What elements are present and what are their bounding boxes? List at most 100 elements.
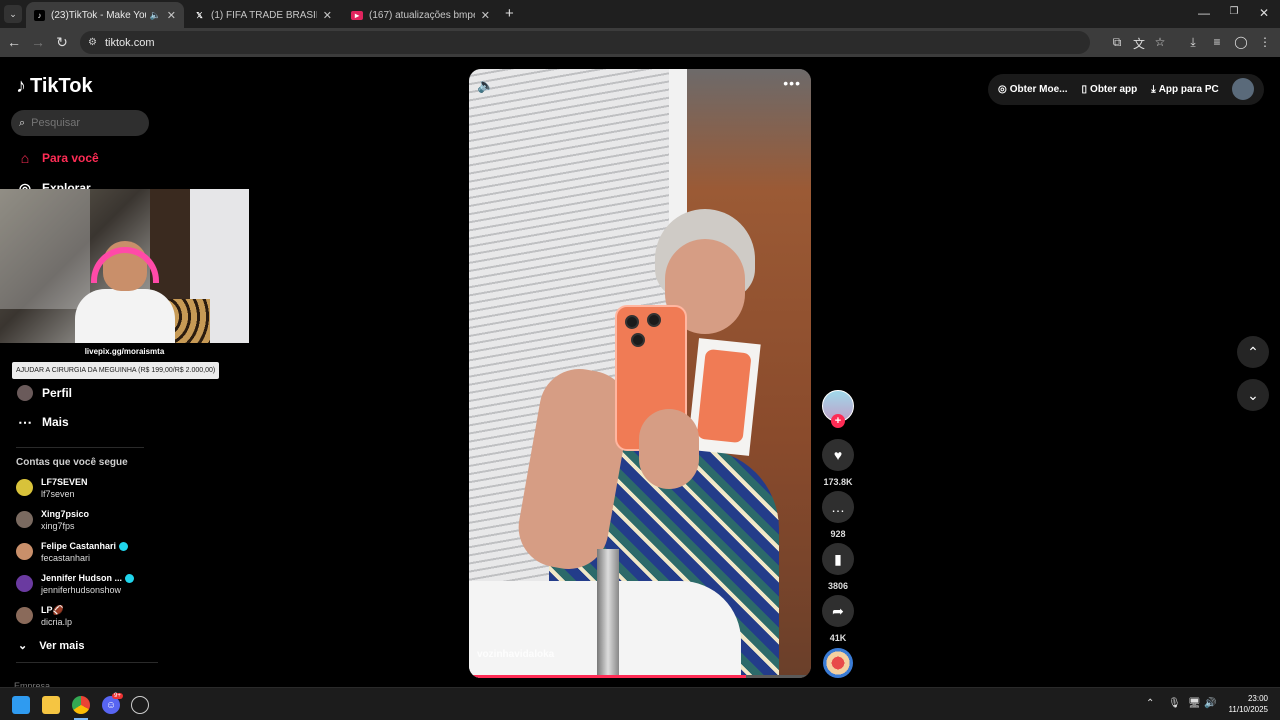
download-icon[interactable]: ⤓ [1185,35,1201,51]
account-name: LF7SEVEN [41,477,88,487]
network-icon[interactable]: 🖥 [1188,698,1201,709]
account-name: Felipe Castanhari [41,540,129,552]
heart-icon[interactable]: ♥ [822,439,854,471]
comment-action[interactable]: … 928 [822,491,854,539]
chevron-down-icon: ⌄ [1247,386,1259,403]
like-count: 173.8K [823,477,853,487]
tiktok-logo[interactable]: ♪ TikTok [16,75,93,98]
discord-notification-badge: 9+ [112,693,123,699]
avatar [16,511,33,528]
account-name: Xing7psico [41,509,90,519]
previous-video-button[interactable]: ⌃ [1237,336,1269,368]
profile-avatar-icon [16,384,34,402]
youtube-icon: ▸ [351,10,363,20]
tab-x[interactable]: 𝕏 (1) FIFA TRADE BRASIL 🇧🇷 (@FIF ✕ [186,2,340,28]
app-pc-button[interactable]: ⤓ App para PC [1151,84,1218,95]
following-account[interactable]: Felipe Castanhari fecastanhari [16,540,129,564]
tab-title: (1) FIFA TRADE BRASIL 🇧🇷 (@FIF [211,9,317,21]
see-more-link[interactable]: ⌄ Ver mais [18,639,84,652]
forward-icon[interactable]: → [30,34,46,50]
address-bar[interactable]: ⚙ tiktok.com [80,31,1090,54]
verified-badge-icon [125,574,135,584]
microphone-icon[interactable]: 🎙 [1168,698,1181,709]
volume-icon[interactable]: 🔈 [477,77,494,94]
share-action[interactable]: ➦ 41K [822,595,854,643]
close-tab-icon[interactable]: ✕ [481,9,490,22]
tab-search-button[interactable]: ⌄ [4,5,22,23]
app-pc-label: App para PC [1158,84,1219,95]
save-action[interactable]: ▮ 3806 [822,543,854,591]
search-input[interactable] [31,117,132,129]
avatar [16,575,33,592]
app-icon[interactable] [131,696,149,714]
following-heading: Contas que você segue [16,457,128,468]
streamer-image [75,239,175,343]
share-count: 41K [829,633,847,643]
nav-for-you[interactable]: ⌂ Para você [16,149,99,167]
avatar [16,607,33,624]
close-tab-icon[interactable]: ✕ [323,9,332,22]
video-author-watermark: vozinhavidaloka [477,649,555,660]
verified-badge-icon [119,542,129,552]
like-action[interactable]: ♥ 173.8K [822,439,854,487]
tiktok-page: ♪ TikTok ⌕ ⌂ Para você ◎ Explorar livepi… [0,57,1280,691]
get-coins-label: Obter Moe... [1009,84,1068,95]
search-box[interactable]: ⌕ [11,110,149,136]
phone-icon: ▯ [1081,84,1088,95]
tiktok-icon: ♪ [34,9,45,21]
divider [16,662,158,663]
following-account[interactable]: LP🏈 dicria.lp [16,604,72,628]
clock-time: 23:00 [1247,694,1268,703]
following-account[interactable]: LF7SEVEN lf7seven [16,476,88,500]
close-tab-icon[interactable]: ✕ [167,9,176,22]
chrome-icon[interactable] [72,696,90,714]
music-disc-icon[interactable] [823,648,853,678]
get-app-button[interactable]: ▯ Obter app [1082,84,1138,95]
comment-icon[interactable]: … [822,491,854,523]
file-explorer-icon[interactable] [42,696,60,714]
x-icon: 𝕏 [196,10,203,20]
install-app-icon[interactable]: ⧉ [1109,35,1125,51]
video-player[interactable]: 🔈 ••• vozinhavidaloka [469,69,811,678]
tiktok-note-icon: ♪ [16,75,26,97]
tab-youtube[interactable]: ▸ (167) atualizações bmpes - You ✕ [343,2,498,28]
next-video-button[interactable]: ⌄ [1237,379,1269,411]
video-progress-bar[interactable] [469,675,811,678]
site-info-icon[interactable]: ⚙ [88,37,97,48]
account-name-text: Felipe Castanhari [41,541,117,551]
browser-tab-bar: ⌄ ♪ (23)TikTok - Make Your Day 🔈 ✕ 𝕏 (1)… [0,0,1280,28]
bookmark-star-icon[interactable]: ☆ [1152,35,1168,51]
tray-chevron-up-icon[interactable]: ⌃ [1146,698,1154,709]
divider [16,447,144,448]
follow-button[interactable]: + [831,414,845,428]
nav-profile[interactable]: Perfil [16,384,72,402]
media-control-icon[interactable]: ≡ [1209,35,1225,51]
minimize-icon[interactable]: — [1194,6,1214,20]
tab-tiktok[interactable]: ♪ (23)TikTok - Make Your Day 🔈 ✕ [26,2,184,28]
reload-icon[interactable]: ↻ [54,34,70,51]
coin-icon: ◎ [998,84,1007,95]
volume-tray-icon[interactable]: 🔊 [1204,698,1216,709]
following-account[interactable]: Jennifer Hudson ... jenniferhudsonshow [16,572,135,596]
back-icon[interactable]: ← [6,34,22,50]
share-arrow-icon[interactable]: ➦ [822,595,854,627]
get-coins-button[interactable]: ◎ Obter Moe... [998,84,1068,95]
windows-start-icon[interactable] [12,696,30,714]
video-progress-fill [469,675,747,678]
new-tab-button[interactable]: + [505,5,514,22]
bookmark-icon[interactable]: ▮ [822,543,854,575]
profile-icon[interactable]: ◯ [1233,35,1249,51]
translate-icon[interactable]: 文 [1131,35,1147,51]
clock[interactable]: 23:00 11/10/2025 [1222,693,1268,715]
top-right-bar: ◎ Obter Moe... ▯ Obter app ⤓ App para PC [988,74,1264,105]
get-app-label: Obter app [1090,84,1138,95]
chevron-down-icon: ⌄ [18,640,28,652]
restore-icon[interactable]: ❐ [1224,6,1244,17]
user-avatar[interactable] [1232,78,1254,100]
more-options-icon[interactable]: ••• [783,75,801,91]
download-icon: ⤓ [1151,84,1156,95]
browser-menu-icon[interactable]: ⋮ [1257,35,1273,51]
following-account[interactable]: Xing7psico xing7fps [16,508,89,532]
close-window-icon[interactable]: ✕ [1254,6,1274,20]
nav-more[interactable]: ⋯ Mais [16,413,69,431]
